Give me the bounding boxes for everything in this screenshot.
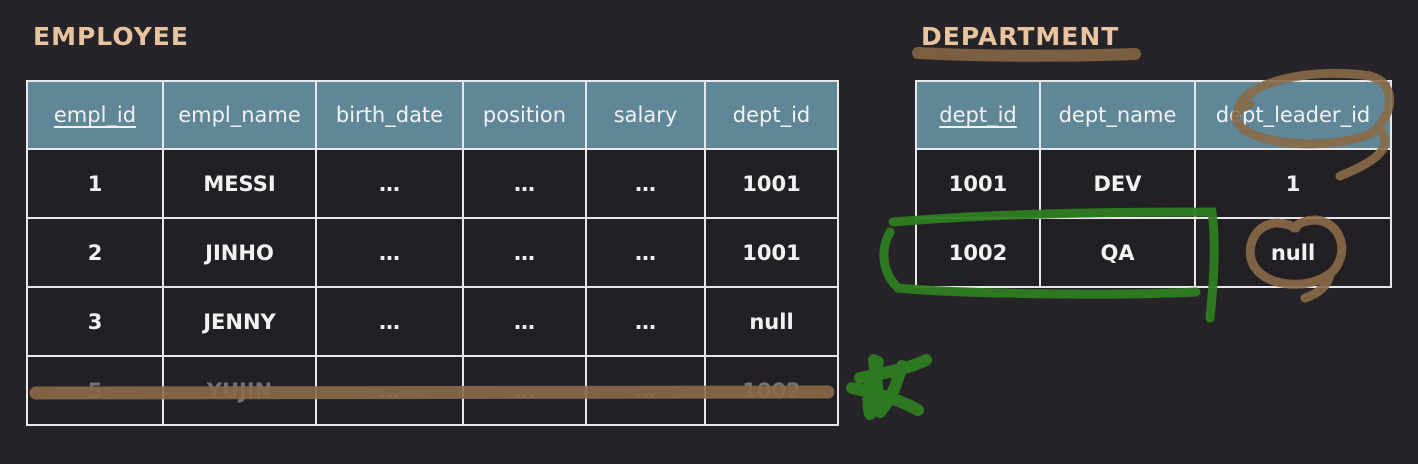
table-cell: … — [315, 286, 464, 357]
table-cell: YUJIN — [162, 355, 317, 426]
table-cell: 1002 — [704, 355, 839, 426]
table-cell: … — [315, 217, 464, 288]
table-row: 1 MESSI … … … 1001 — [26, 148, 839, 219]
table-cell: … — [585, 148, 706, 219]
employee-col-empl-name: empl_name — [162, 80, 317, 150]
table-cell: 5 — [26, 355, 164, 426]
title-underline-stroke — [912, 47, 1141, 62]
table-cell: … — [462, 355, 587, 426]
department-table: dept_id dept_name dept_leader_id 1001 DE… — [915, 80, 1392, 288]
employee-col-salary: salary — [585, 80, 706, 150]
table-cell: … — [585, 355, 706, 426]
table-cell: 1 — [26, 148, 164, 219]
employee-header-row: empl_id empl_name birth_date position sa… — [26, 80, 839, 150]
empl-id-header-label: empl_id — [53, 103, 137, 127]
table-cell: … — [315, 148, 464, 219]
deleted-table-row: 5 YUJIN … … … 1002 — [26, 355, 839, 426]
department-col-dept-name: dept_name — [1039, 80, 1196, 150]
table-row: 2 JINHO … … … 1001 — [26, 217, 839, 288]
table-row: 3 JENNY … … … null — [26, 286, 839, 357]
table-cell: JENNY — [162, 286, 317, 357]
table-cell: 1001 — [704, 148, 839, 219]
table-cell: … — [462, 217, 587, 288]
table-cell: MESSI — [162, 148, 317, 219]
table-cell: JINHO — [162, 217, 317, 288]
table-cell: null — [1194, 217, 1392, 288]
employee-col-empl-id: empl_id — [26, 80, 164, 150]
table-cell: … — [462, 148, 587, 219]
table-cell: 1001 — [915, 148, 1041, 219]
employee-col-position: position — [462, 80, 587, 150]
table-cell: 1001 — [704, 217, 839, 288]
table-cell: … — [585, 286, 706, 357]
employee-table-title: EMPLOYEE — [33, 22, 189, 51]
employee-col-birth-date: birth_date — [315, 80, 464, 150]
table-cell: … — [462, 286, 587, 357]
department-col-dept-id: dept_id — [915, 80, 1041, 150]
employee-col-dept-id: dept_id — [704, 80, 839, 150]
star-scribble-stroke — [846, 354, 932, 420]
employee-table: empl_id empl_name birth_date position sa… — [26, 80, 839, 426]
table-cell: null — [704, 286, 839, 357]
dept-id-header-label: dept_id — [939, 103, 1017, 127]
table-cell: 1002 — [915, 217, 1041, 288]
table-cell: 1 — [1194, 148, 1392, 219]
department-header-row: dept_id dept_name dept_leader_id — [915, 80, 1392, 150]
department-table-title: DEPARTMENT — [921, 22, 1120, 51]
table-cell: DEV — [1039, 148, 1196, 219]
table-row: 1002 QA null — [915, 217, 1392, 288]
table-cell: QA — [1039, 217, 1196, 288]
table-cell: 2 — [26, 217, 164, 288]
table-cell: … — [585, 217, 706, 288]
table-cell: … — [315, 355, 464, 426]
department-col-dept-leader-id: dept_leader_id — [1194, 80, 1392, 150]
table-cell: 3 — [26, 286, 164, 357]
table-row: 1001 DEV 1 — [915, 148, 1392, 219]
